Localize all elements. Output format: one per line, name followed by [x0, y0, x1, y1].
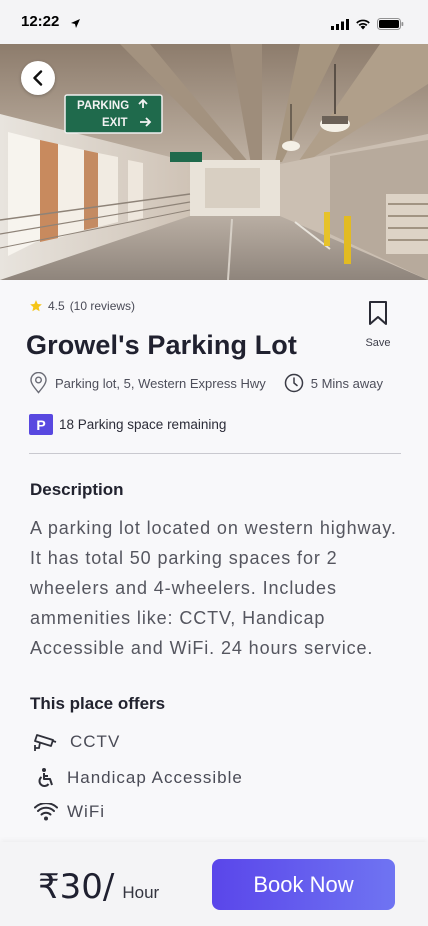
- listing-title: Growel's Parking Lot: [26, 330, 297, 360]
- star-icon: [30, 300, 42, 312]
- spaces-remaining-text: 18 Parking space remaining: [59, 417, 227, 432]
- sign-text-parking: PARKING: [77, 100, 129, 112]
- distance-text: 5 Mins away: [310, 375, 383, 391]
- wheelchair-icon: [33, 767, 59, 789]
- price: ₹30/ Hour: [38, 867, 159, 907]
- bookmark-icon: [369, 301, 387, 325]
- hero-image: PARKING EXIT: [0, 44, 428, 280]
- status-indicators: [331, 17, 404, 35]
- rating-value: 4.5: [48, 299, 65, 313]
- cctv-icon: [33, 731, 59, 753]
- location-row: Parking lot, 5, Western Express Hwy 5 Mi…: [29, 372, 383, 394]
- price-unit: Hour: [122, 883, 160, 902]
- price-amount: ₹30/: [38, 867, 115, 907]
- description-text: A parking lot located on western highway…: [30, 518, 397, 658]
- status-bar: 12:22: [0, 0, 428, 44]
- save-label: Save: [365, 337, 391, 349]
- map-pin-icon: [30, 372, 47, 394]
- status-time: 12:22: [21, 13, 60, 30]
- back-button[interactable]: [21, 61, 55, 95]
- amenity-cctv: CCTV: [33, 731, 120, 753]
- chevron-left-icon: [33, 70, 43, 86]
- amenity-wifi: WiFi: [33, 802, 105, 822]
- offers-title: This place offers: [30, 694, 166, 713]
- save-button[interactable]: Save: [362, 300, 394, 349]
- wifi-icon: [33, 803, 59, 821]
- rating: 4.5 (10 reviews): [29, 299, 135, 313]
- amenity-handicap: Handicap Accessible: [33, 767, 243, 789]
- amenity-label: Handicap Accessible: [67, 768, 243, 787]
- battery-icon: [377, 17, 404, 35]
- sign-text-exit: EXIT: [102, 117, 128, 129]
- book-now-button[interactable]: Book Now: [212, 859, 395, 910]
- clock-icon: [284, 373, 303, 393]
- amenity-label: WiFi: [67, 802, 105, 821]
- address-text: Parking lot, 5, Western Express Hwy: [55, 375, 266, 391]
- divider: [29, 453, 401, 454]
- review-count: (10 reviews): [69, 299, 136, 313]
- description-title: Description: [30, 480, 124, 499]
- wifi-signal-icon: [355, 17, 371, 35]
- cellular-signal-icon: [331, 17, 349, 35]
- amenity-label: CCTV: [70, 732, 121, 751]
- location-arrow-icon: [70, 16, 81, 34]
- parking-availability: P 18 Parking space remaining: [29, 414, 226, 435]
- parking-badge-icon: P: [29, 414, 53, 435]
- booking-bar: ₹30/ Hour Book Now: [0, 842, 428, 926]
